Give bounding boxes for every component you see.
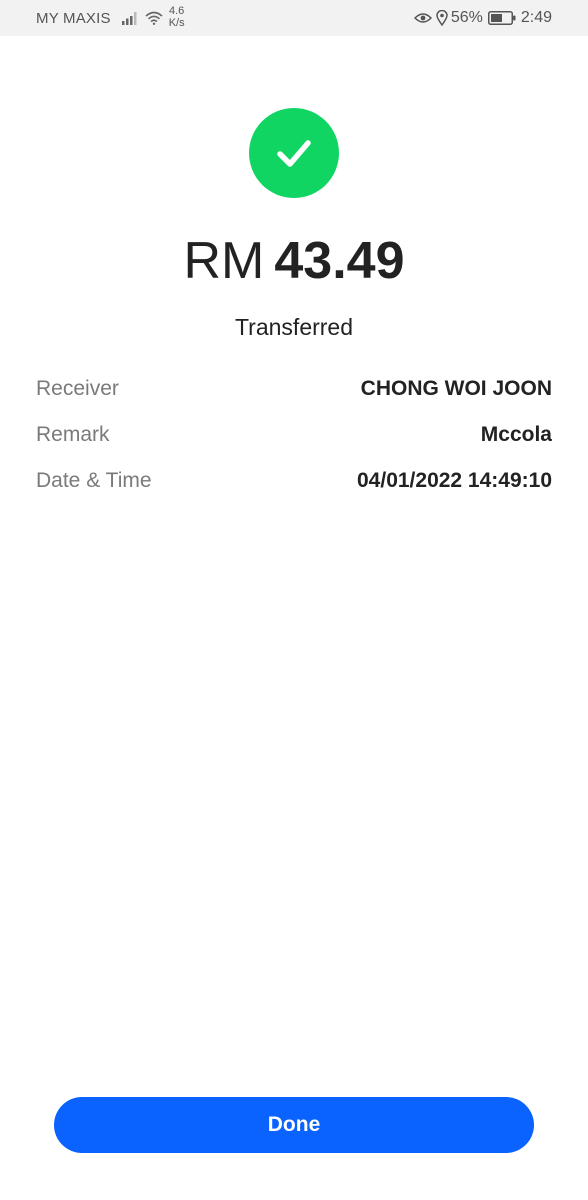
detail-label: Receiver xyxy=(36,377,119,400)
transfer-details: Receiver CHONG WOI JOON Remark Mccola Da… xyxy=(36,366,552,504)
battery-percent: 56% xyxy=(450,9,483,26)
success-badge xyxy=(249,108,339,198)
detail-row-date-time: Date & Time 04/01/2022 14:49:10 xyxy=(36,458,552,504)
wifi-icon xyxy=(145,11,163,25)
detail-row-receiver: Receiver CHONG WOI JOON xyxy=(36,366,552,412)
detail-row-remark: Remark Mccola xyxy=(36,412,552,458)
done-button[interactable]: Done xyxy=(54,1097,534,1153)
detail-value: CHONG WOI JOON xyxy=(360,377,552,400)
transfer-amount: RM 43.49 xyxy=(0,228,588,294)
clock: 2:49 xyxy=(520,9,552,26)
signal-icon xyxy=(121,12,137,25)
network-speed: 4.6 K/s xyxy=(169,5,185,29)
transfer-status: Transferred xyxy=(234,314,354,340)
network-speed-unit: K/s xyxy=(168,17,185,29)
carrier-name: MY MAXIS xyxy=(36,9,111,27)
status-bar-left: MY MAXIS 4.6 K/s xyxy=(36,0,185,36)
network-speed-value: 4.6 xyxy=(168,5,185,17)
check-icon xyxy=(277,140,311,167)
detail-value: 04/01/2022 14:49:10 xyxy=(357,469,552,492)
detail-label: Remark xyxy=(36,423,110,446)
battery-icon xyxy=(487,11,516,25)
currency-label: RM xyxy=(183,232,265,290)
transfer-success-screen: MY MAXIS 4.6 K/s 56% 2:49 RM 43.49 Trans… xyxy=(0,0,588,1200)
detail-value: Mccola xyxy=(480,423,552,446)
status-bar: MY MAXIS 4.6 K/s 56% 2:49 xyxy=(0,0,588,36)
location-icon xyxy=(436,10,448,26)
eye-icon xyxy=(413,13,432,23)
status-bar-right: 56% 2:49 xyxy=(413,0,552,36)
amount-value: 43.49 xyxy=(274,232,405,290)
detail-label: Date & Time xyxy=(36,469,152,492)
